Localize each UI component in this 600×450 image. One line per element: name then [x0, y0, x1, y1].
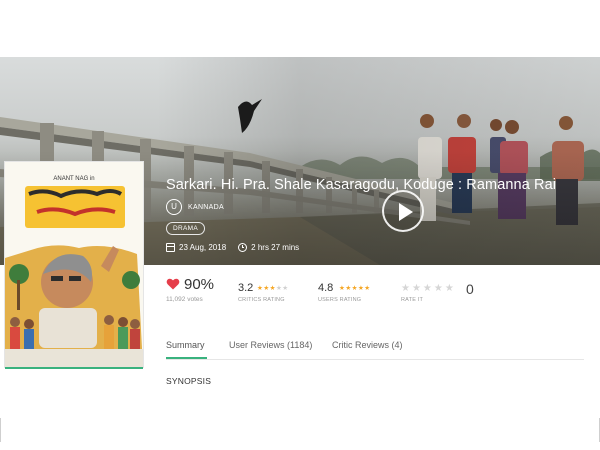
- poster-accent-bar: [5, 367, 143, 369]
- rate-it-label: RATE IT: [401, 297, 424, 303]
- tabs-divider: [166, 359, 584, 360]
- rate-it-count: 0: [466, 281, 474, 297]
- tab-user-reviews[interactable]: User Reviews (1184): [229, 340, 312, 350]
- audience-percent: 90%: [184, 276, 215, 293]
- critics-rating-stars: ★★★★★: [257, 285, 289, 292]
- play-trailer-button[interactable]: [382, 190, 424, 232]
- movie-poster[interactable]: ANANT NAG in: [5, 162, 143, 367]
- left-border: [0, 418, 1, 442]
- critics-rating-value: 3.2: [238, 282, 254, 294]
- movie-language: KANNADA: [188, 204, 224, 211]
- users-rating-stars: ★★★★★: [339, 285, 371, 292]
- clock-icon: [238, 243, 248, 252]
- votes-count: 11,092 votes: [166, 296, 203, 303]
- active-tab-indicator: [166, 357, 207, 359]
- play-icon: [399, 203, 413, 221]
- critics-rating-label: CRITICS RATING: [238, 297, 285, 303]
- movie-duration: 2 hrs 27 mins: [251, 243, 300, 252]
- tab-summary[interactable]: Summary: [166, 340, 205, 350]
- u-certificate-icon: U: [166, 199, 182, 215]
- movie-page: Sarkari. Hi. Pra. Shale Kasaragodu, Kodu…: [0, 0, 600, 450]
- users-rating-label: USERS RATING: [318, 297, 362, 303]
- release-meta: 23 Aug, 2018 2 hrs 27 mins: [166, 243, 299, 252]
- genre-tag[interactable]: DRAMA: [166, 222, 205, 235]
- users-rating-value: 4.8: [318, 282, 334, 294]
- svg-text:ANANT NAG in: ANANT NAG in: [53, 176, 94, 182]
- release-date: 23 Aug, 2018: [179, 243, 227, 252]
- poster-art: ANANT NAG in: [5, 162, 143, 367]
- synopsis-heading: SYNOPSIS: [166, 376, 212, 386]
- movie-title: Sarkari. Hi. Pra. Shale Kasaragodu, Kodu…: [166, 177, 557, 193]
- heart-icon[interactable]: [166, 277, 180, 291]
- calendar-icon: [166, 243, 175, 252]
- rate-it-stars[interactable]: ★★★★★: [401, 283, 456, 294]
- tab-critic-reviews[interactable]: Critic Reviews (4): [332, 340, 403, 350]
